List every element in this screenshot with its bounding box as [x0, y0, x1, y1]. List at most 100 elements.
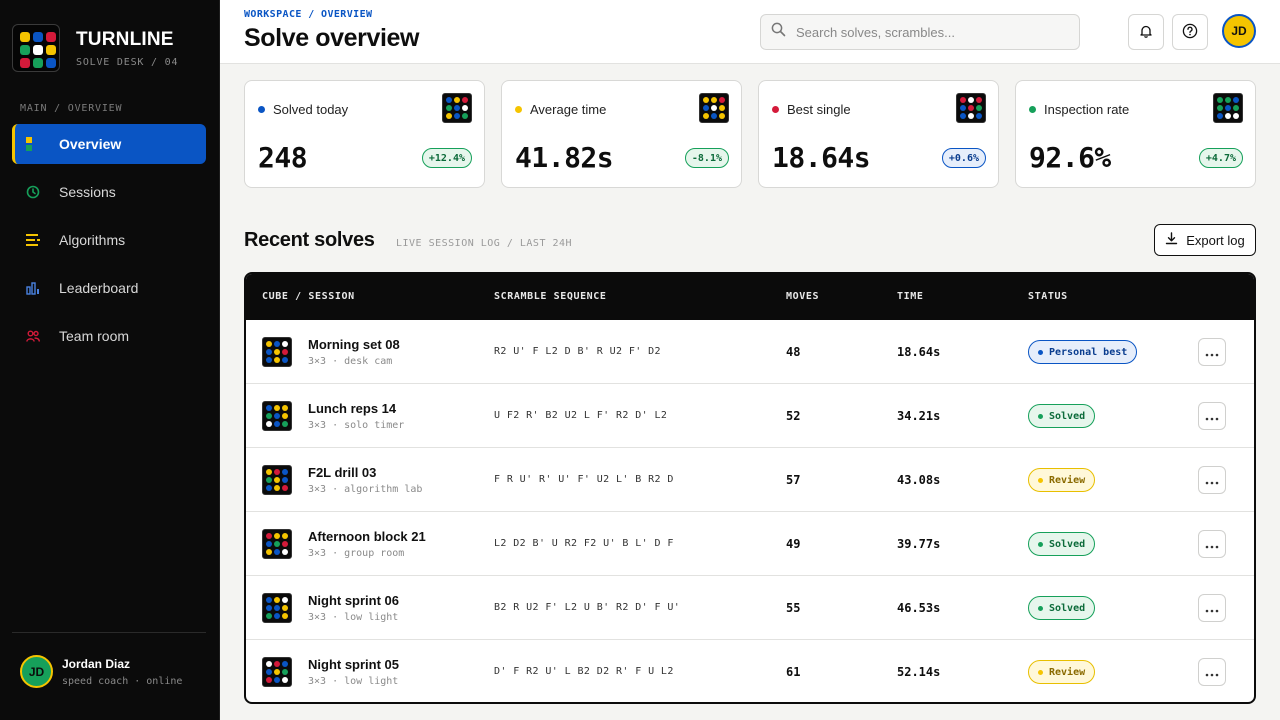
column-header-scramble[interactable]: SCRAMBLE SEQUENCE — [494, 291, 607, 302]
status-badge: Solved — [1028, 532, 1096, 556]
column-header-status[interactable]: STATUS — [1028, 291, 1068, 302]
scramble-sequence: B2 R U2 F' L2 U B' R2 D' F U' — [494, 602, 681, 613]
clock-icon — [26, 185, 40, 199]
status-dot — [1038, 349, 1043, 355]
stat-label-text: Average time — [530, 102, 607, 117]
help-button[interactable] — [1172, 14, 1208, 50]
search-box[interactable] — [760, 14, 1080, 50]
search-input[interactable] — [796, 24, 1066, 40]
column-header-cube-session[interactable]: CUBE / SESSION — [262, 291, 355, 302]
stat-label: Inspection rate — [1029, 102, 1129, 117]
session-name: Morning set 08 — [308, 337, 400, 352]
sidebar-user[interactable]: JD Jordan Diaz speed coach · online — [12, 632, 206, 688]
row-more-button[interactable] — [1198, 402, 1226, 430]
cube-logo-icon — [12, 24, 60, 72]
status-badge: Review — [1028, 660, 1096, 684]
row-more-button[interactable] — [1198, 530, 1226, 558]
column-header-time[interactable]: TIME — [897, 291, 923, 302]
brand[interactable]: TURNLINE SOLVE DESK / 04 — [12, 24, 178, 72]
row-more-button[interactable] — [1198, 338, 1226, 366]
session-name: Lunch reps 14 — [308, 401, 397, 416]
cube-icon — [262, 401, 292, 431]
more-horizontal-icon — [1205, 409, 1219, 424]
time-value: 43.08s — [897, 473, 941, 487]
scramble-sequence: R2 U' F L2 D B' R U2 F' D2 — [494, 346, 661, 357]
session-meta: 3×3 · algorithm lab — [308, 484, 423, 495]
cube-icon — [262, 657, 292, 687]
status-text: Solved — [1049, 410, 1086, 422]
time-value: 18.64s — [897, 345, 941, 359]
section-title: Recent solves — [244, 229, 375, 251]
sidebar-item-sessions[interactable]: Sessions — [12, 172, 206, 212]
user-role: speed coach · online — [62, 675, 183, 687]
row-more-button[interactable] — [1198, 466, 1226, 494]
sidebar-item-overview[interactable]: Overview — [12, 124, 206, 164]
sidebar-item-label: Team room — [59, 328, 130, 344]
cube-icon — [262, 337, 292, 367]
cube-icon — [262, 465, 292, 495]
moves-value: 61 — [786, 665, 801, 679]
export-log-button[interactable]: Export log — [1154, 224, 1256, 256]
column-header-moves[interactable]: MOVES — [786, 291, 819, 302]
section-subtitle: LIVE SESSION LOG / LAST 24H — [396, 238, 573, 249]
table-row[interactable]: Morning set 08 3×3 · desk cam R2 U' F L2… — [246, 320, 1254, 384]
stat-label-text: Inspection rate — [1044, 102, 1130, 117]
stat-dot — [772, 106, 779, 113]
moves-value: 57 — [786, 473, 801, 487]
sidebar-item-label: Sessions — [59, 184, 116, 200]
cube-icon — [1213, 93, 1243, 123]
sidebar-item-label: Algorithms — [59, 232, 126, 248]
table-row[interactable]: F2L drill 03 3×3 · algorithm lab F R U' … — [246, 448, 1254, 512]
time-value: 34.21s — [897, 409, 941, 423]
table-row[interactable]: Lunch reps 14 3×3 · solo timer U F2 R' B… — [246, 384, 1254, 448]
stat-delta-badge: +4.7% — [1198, 148, 1243, 168]
table-row[interactable]: Night sprint 05 3×3 · low light D' F R2 … — [246, 640, 1254, 702]
stat-label-text: Best single — [787, 102, 851, 117]
sidebar-item-algorithms[interactable]: Algorithms — [12, 220, 206, 260]
row-more-button[interactable] — [1198, 658, 1226, 686]
more-horizontal-icon — [1205, 473, 1219, 488]
moves-value: 49 — [786, 537, 801, 551]
cube-icon — [262, 529, 292, 559]
stat-delta-badge: +0.6% — [941, 148, 986, 168]
stat-delta-badge: +12.4% — [421, 148, 472, 168]
sidebar-nav: Overview Sessions Algorithms Leaderboard… — [12, 124, 206, 364]
status-dot — [1038, 477, 1043, 483]
status-text: Review — [1049, 666, 1086, 678]
session-meta: 3×3 · solo timer — [308, 420, 405, 431]
users-icon — [26, 329, 40, 343]
notifications-button[interactable] — [1128, 14, 1164, 50]
help-icon — [1182, 23, 1198, 42]
table-row[interactable]: Night sprint 06 3×3 · low light B2 R U2 … — [246, 576, 1254, 640]
bell-icon — [1139, 24, 1153, 41]
stat-value: 18.64s — [772, 141, 871, 174]
top-header: WORKSPACE / OVERVIEW Solve overview JD — [220, 0, 1280, 64]
cube-icon — [956, 93, 986, 123]
time-value: 52.14s — [897, 665, 941, 679]
sidebar-item-leaderboard[interactable]: Leaderboard — [12, 268, 206, 308]
status-text: Review — [1049, 474, 1086, 486]
header-avatar[interactable]: JD — [1222, 14, 1256, 48]
status-text: Solved — [1049, 538, 1086, 550]
stat-value: 248 — [258, 141, 308, 174]
sidebar-item-label: Overview — [59, 136, 122, 152]
session-name: Night sprint 06 — [308, 593, 400, 608]
session-meta: 3×3 · desk cam — [308, 356, 393, 367]
row-more-button[interactable] — [1198, 594, 1226, 622]
user-info: Jordan Diaz speed coach · online — [62, 657, 182, 687]
recent-solves-table: CUBE / SESSION SCRAMBLE SEQUENCE MOVES T… — [244, 272, 1256, 704]
session-name: F2L drill 03 — [308, 465, 377, 480]
breadcrumb[interactable]: WORKSPACE / OVERVIEW — [244, 9, 372, 20]
stat-label: Average time — [515, 102, 606, 117]
brand-text: TURNLINE SOLVE DESK / 04 — [76, 29, 178, 68]
avatar: JD — [20, 655, 53, 688]
scramble-sequence: F R U' R' U' F' U2 L' B R2 D — [494, 474, 674, 485]
nav-section-label: MAIN / OVERVIEW — [20, 103, 123, 114]
table-row[interactable]: Afternoon block 21 3×3 · group room L2 D… — [246, 512, 1254, 576]
stat-value: 92.6% — [1029, 141, 1111, 174]
stat-label-text: Solved today — [273, 102, 349, 117]
sidebar-item-team-room[interactable]: Team room — [12, 316, 206, 356]
status-badge: Personal best — [1028, 340, 1138, 364]
cube-icon — [262, 593, 292, 623]
stat-value: 41.82s — [515, 141, 614, 174]
